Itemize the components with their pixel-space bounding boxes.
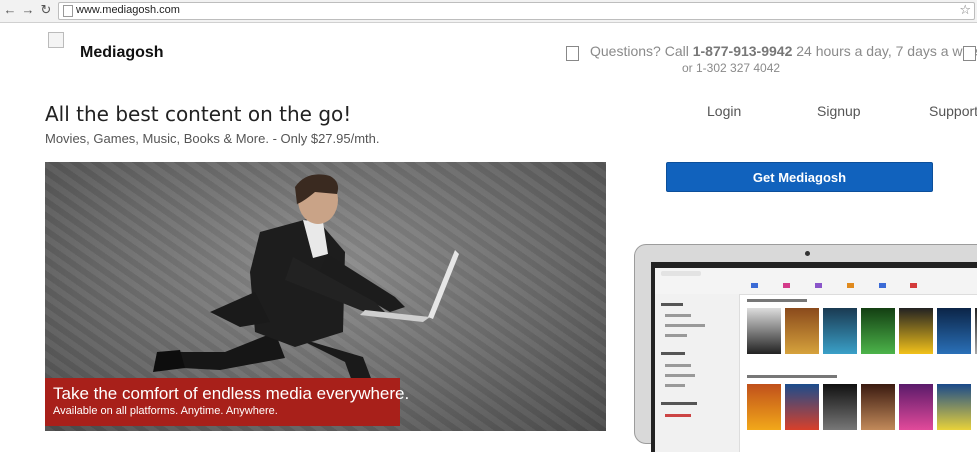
page-subline: Movies, Games, Music, Books & More. - On…	[45, 131, 380, 146]
forward-icon[interactable]: →	[20, 2, 36, 18]
questions-suffix: 24 hours a day, 7 days a week	[796, 43, 977, 59]
login-link[interactable]: Login	[707, 103, 741, 119]
phone-alt: or 1-302 327 4042	[682, 61, 781, 75]
hero-caption-banner: Take the comfort of endless media everyw…	[45, 378, 409, 426]
hero-caption-title: Take the comfort of endless media everyw…	[53, 384, 410, 403]
hero-caption-sub: Available on all platforms. Anytime. Any…	[53, 405, 278, 417]
support-link[interactable]: Support	[929, 103, 977, 119]
support-phone-line: Questions? Call 1-877-913-9942 24 hours …	[590, 43, 977, 59]
brand-name[interactable]: Mediagosh	[80, 44, 164, 62]
laptop-mockup	[634, 244, 977, 452]
webcam-icon	[805, 251, 810, 256]
app-screenshot	[655, 268, 977, 452]
address-bar[interactable]: www.mediagosh.com ☆	[58, 2, 975, 20]
get-mediagosh-button[interactable]: Get Mediagosh	[666, 162, 933, 192]
app-toolbar	[655, 268, 977, 295]
page-icon	[63, 5, 73, 17]
questions-prefix: Questions? Call	[590, 43, 689, 59]
signup-link[interactable]: Signup	[817, 103, 861, 119]
phone-primary: 1-877-913-9942	[692, 43, 793, 59]
address-text: www.mediagosh.com	[76, 4, 180, 16]
clock-icon-placeholder	[963, 46, 976, 61]
logo-image	[48, 32, 64, 48]
laptop-screen	[651, 262, 977, 452]
browser-toolbar: ← → ↻ www.mediagosh.com ☆	[0, 0, 977, 23]
phone-icon-placeholder	[566, 46, 579, 61]
reload-icon[interactable]: ↻	[38, 2, 54, 18]
page-headline: All the best content on the go!	[45, 102, 352, 126]
back-icon[interactable]: ←	[2, 2, 18, 18]
hero-image: Take the comfort of endless media everyw…	[45, 162, 606, 431]
app-sidebar	[655, 294, 740, 452]
bookmark-star-icon[interactable]: ☆	[959, 2, 971, 18]
